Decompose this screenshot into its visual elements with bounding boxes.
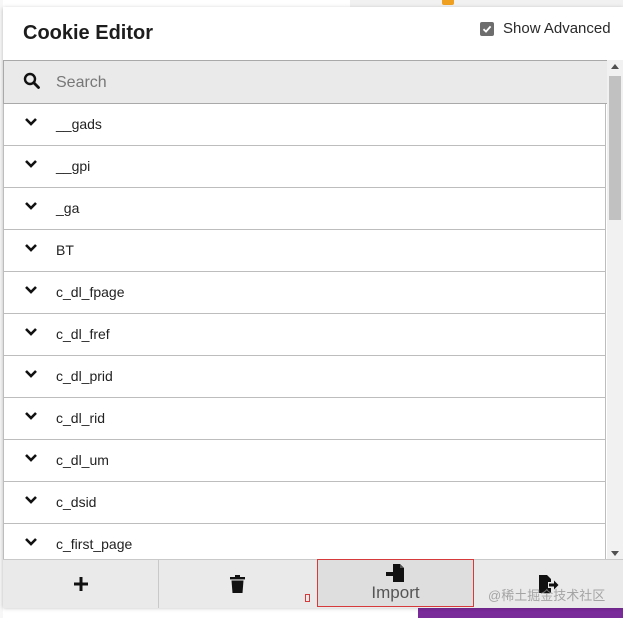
screen: Cookie Editor Show Advanced __gads__gpi_…: [0, 0, 623, 618]
add-cookie-button[interactable]: [3, 560, 159, 608]
cookie-name: c_dl_um: [56, 452, 109, 468]
checkmark-icon: [482, 25, 492, 33]
popup-header: Cookie Editor Show Advanced: [3, 7, 623, 60]
delete-all-button[interactable]: [159, 560, 316, 608]
cookie-name: c_dl_rid: [56, 410, 106, 426]
cookie-row[interactable]: c_dl_rid: [3, 398, 606, 440]
cookie-row[interactable]: _ga: [3, 188, 606, 230]
cookie-name: _ga: [56, 200, 80, 216]
show-advanced-label: Show Advanced: [503, 20, 611, 37]
trash-icon: [230, 575, 245, 593]
popup-title: Cookie Editor: [23, 22, 154, 44]
cookie-row[interactable]: c_dl_prid: [3, 356, 606, 398]
cookie-row[interactable]: c_dl_fpage: [3, 272, 606, 314]
chevron-down-icon[interactable]: [24, 537, 38, 547]
scroll-down-arrow-icon[interactable]: [611, 551, 619, 556]
file-import-icon: [385, 563, 404, 582]
import-button[interactable]: Import: [317, 559, 474, 607]
scroll-up-arrow-icon[interactable]: [611, 64, 619, 69]
chevron-down-icon[interactable]: [24, 117, 38, 127]
background-badge: [442, 0, 454, 5]
cookie-name: c_dl_fref: [56, 326, 110, 342]
cookie-name: c_dl_fpage: [56, 284, 125, 300]
cookie-editor-popup: Cookie Editor Show Advanced __gads__gpi_…: [3, 7, 623, 608]
cookie-row[interactable]: c_dsid: [3, 482, 606, 524]
search-bar: [3, 60, 608, 104]
cookie-name: __gpi: [56, 158, 91, 174]
cookie-row[interactable]: __gads: [3, 104, 606, 146]
focus-marker: [305, 594, 310, 602]
chevron-down-icon[interactable]: [24, 327, 38, 337]
cookie-name: c_dsid: [56, 494, 97, 510]
cookie-row[interactable]: c_dl_um: [3, 440, 606, 482]
search-icon: [23, 72, 40, 89]
chevron-down-icon[interactable]: [24, 201, 38, 211]
scrollbar-thumb[interactable]: [609, 76, 621, 220]
search-input[interactable]: [54, 70, 578, 96]
cookie-name: c_first_page: [56, 536, 133, 552]
cookie-row[interactable]: BT: [3, 230, 606, 272]
watermark: @稀土掘金技术社区: [488, 588, 606, 603]
show-advanced-checkbox[interactable]: [480, 21, 494, 36]
chevron-down-icon[interactable]: [24, 243, 38, 253]
plus-icon: [73, 577, 88, 591]
cookie-row[interactable]: c_dl_fref: [3, 314, 606, 356]
cookie-name: c_dl_prid: [56, 368, 113, 384]
chevron-down-icon[interactable]: [24, 285, 38, 295]
chevron-down-icon[interactable]: [24, 495, 38, 505]
background-purple-banner: [418, 607, 623, 618]
chevron-down-icon[interactable]: [24, 369, 38, 379]
cookie-list: __gads __gpi _ga BT c_dl_fpage c_dl_fref c_dl_…: [3, 104, 606, 559]
cookie-name: __gads: [56, 116, 102, 132]
chevron-down-icon[interactable]: [24, 159, 38, 169]
list-scrollbar[interactable]: [607, 60, 623, 559]
cookie-name: BT: [56, 242, 74, 258]
chevron-down-icon[interactable]: [24, 411, 38, 421]
import-label: Import: [371, 582, 420, 602]
chevron-down-icon[interactable]: [24, 453, 38, 463]
cookie-row[interactable]: __gpi: [3, 146, 606, 188]
background-page-strip: [350, 0, 623, 7]
cookie-row[interactable]: c_first_page: [3, 524, 606, 559]
show-advanced-toggle[interactable]: Show Advanced: [480, 20, 611, 37]
